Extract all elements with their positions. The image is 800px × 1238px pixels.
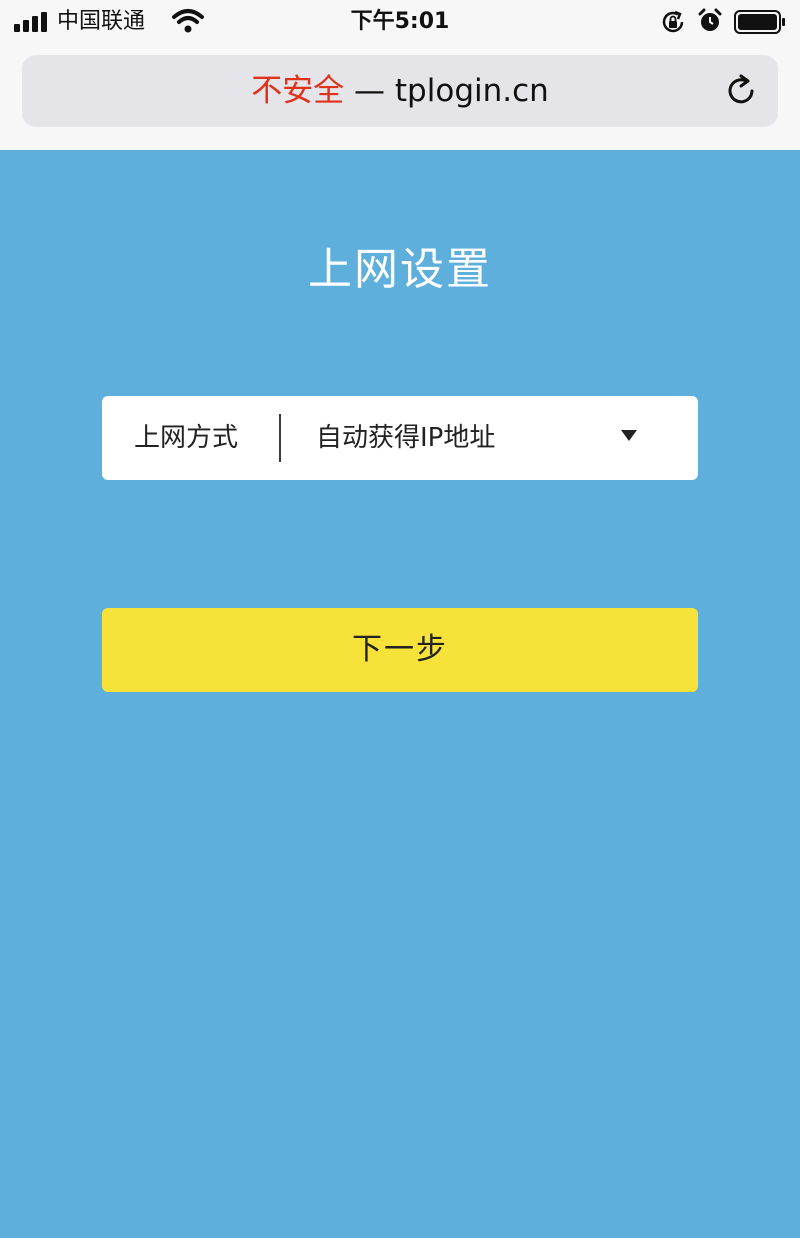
url-separator: — (354, 73, 386, 109)
page-title: 上网设置 (308, 244, 492, 295)
next-button[interactable]: 下一步 (102, 608, 698, 692)
rotation-lock-icon (662, 10, 684, 33)
dropdown-arrow-icon[interactable] (621, 430, 637, 442)
address-bar[interactable]: 不安全 — tplogin.cn (22, 55, 778, 127)
phone-screen: 中国联通 下午5:01 不安全 — tplogin.cn 上网设置 上网方式 自… (0, 0, 800, 1238)
browser-chrome: 中国联通 下午5:01 不安全 — tplogin.cn (0, 0, 800, 150)
alarm-icon (698, 8, 722, 31)
connection-type-label: 上网方式 (134, 423, 239, 453)
url-text: tplogin.cn (394, 73, 549, 109)
url-display[interactable]: 不安全 — tplogin.cn (22, 73, 778, 109)
select-divider (279, 414, 281, 462)
security-warning: 不安全 (251, 73, 345, 109)
status-bar: 中国联通 下午5:01 (0, 0, 800, 46)
reload-icon[interactable] (722, 71, 762, 111)
connection-type-value: 自动获得IP地址 (316, 423, 496, 453)
battery-icon (734, 10, 785, 34)
connection-type-select[interactable]: 上网方式 自动获得IP地址 (102, 396, 698, 480)
